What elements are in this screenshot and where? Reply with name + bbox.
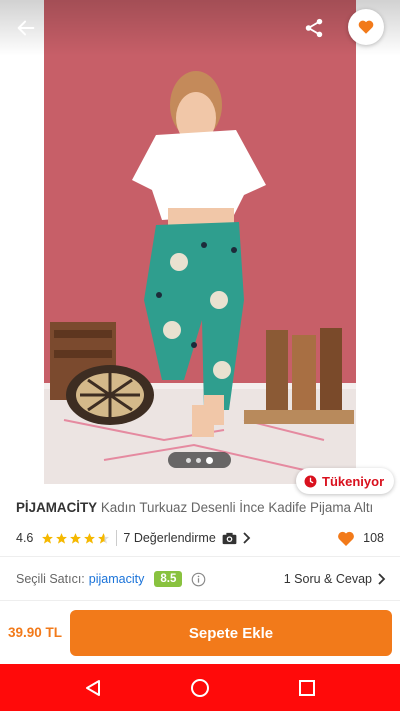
divider: [0, 600, 400, 601]
chevron-right-icon: [378, 573, 386, 585]
product-brand[interactable]: PİJAMACİTY: [16, 500, 97, 515]
likes-value: 108: [363, 531, 384, 545]
rating-score: 4.6: [16, 531, 34, 545]
product-price: 39.90 TL: [8, 625, 63, 640]
android-nav-bar: [0, 664, 400, 711]
share-icon: [305, 18, 323, 38]
product-gallery[interactable]: [0, 0, 400, 484]
info-icon: [192, 572, 206, 586]
top-shade: [0, 0, 400, 56]
chevron-right-icon: [243, 532, 251, 544]
heart-icon: [338, 531, 355, 546]
circle-home-icon: [190, 678, 209, 697]
clock-icon: [304, 475, 317, 487]
back-button[interactable]: [10, 12, 42, 44]
seller-info-button[interactable]: [191, 572, 206, 587]
product-title: PİJAMACİTY Kadın Turkuaz Desenli İnce Ka…: [16, 500, 388, 515]
nav-recents-button[interactable]: [287, 668, 327, 708]
gallery-pager[interactable]: [168, 452, 231, 468]
reviews-link[interactable]: 7 Değerlendirme: [123, 531, 251, 545]
qa-label: 1 Soru & Cevap: [283, 572, 372, 586]
add-to-cart-button[interactable]: Sepete Ekle: [70, 610, 392, 656]
qa-link[interactable]: 1 Soru & Cevap: [284, 572, 386, 586]
star-icon: [42, 532, 54, 544]
product-photo[interactable]: [44, 0, 356, 484]
star-half-icon: [98, 532, 110, 544]
nav-home-button[interactable]: [180, 668, 220, 708]
pager-dot[interactable]: [196, 457, 201, 463]
heart-icon: [358, 20, 374, 34]
rating-divider: [116, 530, 118, 546]
favorite-button[interactable]: [348, 9, 384, 45]
seller-row: Seçili Satıcı: pijamacity 8.5 1 Soru & C…: [16, 568, 386, 590]
pager-dot[interactable]: [186, 457, 191, 463]
product-name: Kadın Turkuaz Desenli İnce Kadife Pijama…: [100, 500, 374, 515]
stock-badge-label: Tükeniyor: [322, 473, 385, 489]
likes-count[interactable]: 108: [337, 530, 384, 547]
nav-back-button[interactable]: [73, 668, 113, 708]
star-icon: [56, 532, 68, 544]
divider: [0, 556, 400, 557]
share-button[interactable]: [298, 12, 330, 44]
star-icon: [70, 532, 82, 544]
star-icon: [84, 532, 96, 544]
arrow-left-icon: [17, 20, 35, 36]
rating-row: 4.6 7 Değerlendirme 108: [16, 529, 384, 547]
stock-badge: Tükeniyor: [296, 468, 395, 494]
seller-link[interactable]: pijamacity: [89, 572, 145, 586]
rating-stars: [41, 532, 110, 545]
seller-label: Seçili Satıcı:: [16, 572, 85, 586]
triangle-back-icon: [86, 679, 101, 696]
reviews-label: 7 Değerlendirme: [123, 531, 216, 545]
pager-dot-active[interactable]: [206, 456, 213, 464]
square-recents-icon: [298, 679, 315, 696]
seller-score-badge: 8.5: [154, 571, 183, 587]
camera-icon: [222, 532, 237, 544]
